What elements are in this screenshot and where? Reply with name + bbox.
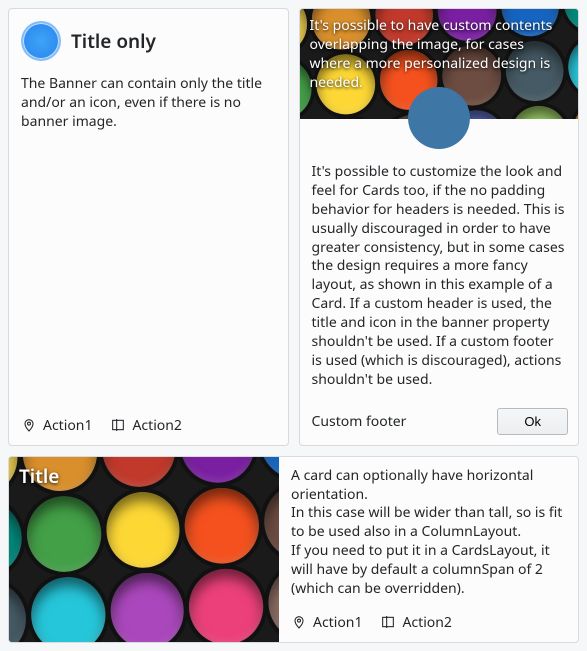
card-actions: Action1 Action2	[9, 406, 288, 445]
card-title-only: Title only The Banner can contain only t…	[8, 8, 289, 446]
action2-button[interactable]: Action2	[380, 613, 451, 632]
map-marker-icon	[21, 417, 37, 433]
custom-header: It's possible to have custom contents ov…	[300, 9, 579, 119]
map-marker-icon	[291, 614, 307, 630]
action1-button[interactable]: Action1	[291, 613, 362, 632]
card-body-text: A card can optionally have horizontal or…	[279, 457, 578, 603]
card-body-text: It's possible to customize the look and …	[300, 153, 579, 400]
card-body-text: The Banner can contain only the title an…	[9, 65, 288, 406]
action1-button[interactable]: Action1	[21, 416, 92, 435]
action1-label: Action1	[43, 416, 92, 435]
rectangle-split-icon	[380, 614, 396, 630]
banner-overlay-text: It's possible to have custom contents ov…	[310, 17, 569, 93]
custom-footer: Custom footer Ok	[300, 400, 579, 445]
action1-label: Action1	[313, 613, 362, 632]
banner-title: Title	[19, 463, 59, 489]
banner-image: Title	[9, 457, 279, 642]
action2-label: Action2	[402, 613, 451, 632]
card-custom-header: It's possible to have custom contents ov…	[299, 8, 580, 446]
avatar-circle-icon	[408, 87, 470, 149]
footer-label: Custom footer	[312, 412, 407, 431]
card-horizontal: Title A card can optionally have horizon…	[8, 456, 579, 643]
card-title: Title only	[71, 28, 156, 54]
card-header: Title only	[9, 9, 288, 65]
card-actions: Action1 Action2	[279, 603, 578, 642]
ok-button[interactable]: Ok	[497, 408, 568, 435]
action2-label: Action2	[132, 416, 181, 435]
globe-icon	[21, 21, 61, 61]
rectangle-split-icon	[110, 417, 126, 433]
action2-button[interactable]: Action2	[110, 416, 181, 435]
